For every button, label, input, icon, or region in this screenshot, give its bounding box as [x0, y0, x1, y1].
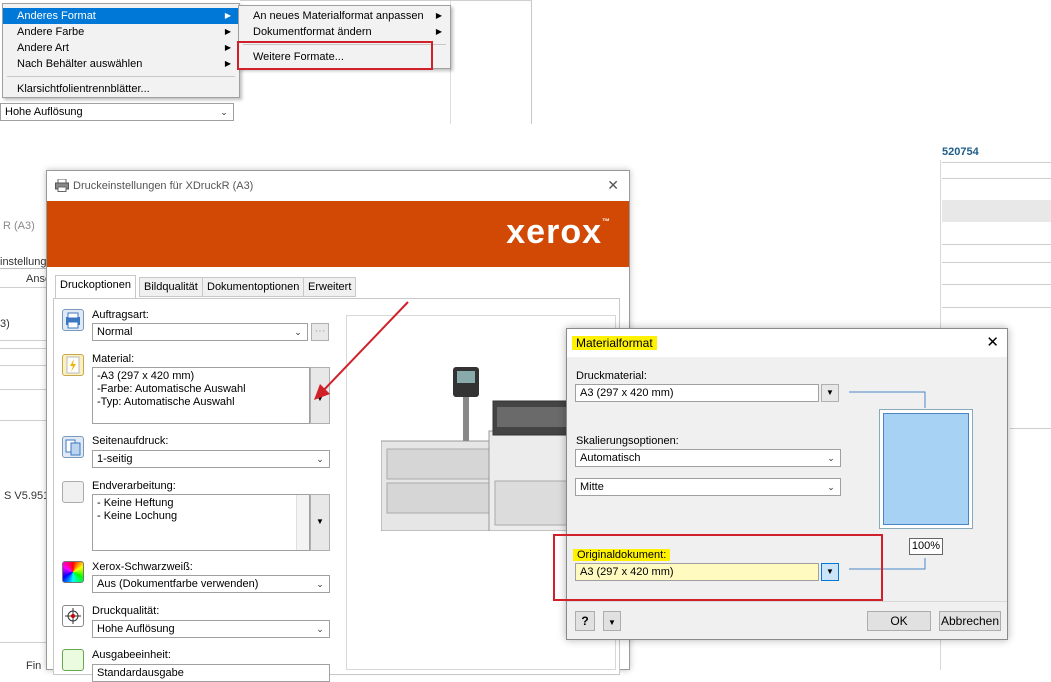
finishing-icon [62, 481, 84, 503]
zoom-value: 100% [909, 538, 943, 555]
bg-left-version: S V5.951 [4, 490, 50, 502]
print-settings-dialog: Druckeinstellungen für XDruckR (A3) ✕ xe… [46, 170, 631, 682]
help-dropdown-button[interactable]: ▼ [603, 611, 621, 631]
job-type-icon [62, 309, 84, 331]
position-select[interactable]: Mitte ⌄ [575, 478, 841, 496]
bg-left-label: instellunge [0, 256, 53, 268]
annotation-arrow [314, 301, 409, 400]
close-icon[interactable]: ✕ [986, 333, 999, 351]
material-dialog-title: Materialformat [572, 336, 657, 350]
chevron-down-icon: ⌄ [827, 482, 835, 492]
output-select[interactable]: Standardausgabe [92, 664, 330, 682]
menu-item-andere-art[interactable]: Andere Art ▶ [3, 40, 239, 56]
skalierung-select[interactable]: Automatisch ⌄ [575, 449, 841, 467]
material-dialog-titlebar: Materialformat ✕ [567, 329, 1007, 357]
material-summary[interactable]: -A3 (297 x 420 mm) -Farbe: Automatische … [92, 367, 310, 424]
sides-icon [62, 436, 84, 458]
annotation-box-originaldokument [553, 534, 883, 601]
chevron-right-icon: ▶ [224, 11, 231, 20]
triangle-down-icon: ▼ [316, 517, 324, 526]
quality-label: Druckqualität: [92, 605, 160, 617]
submenu-item-dokumentformat[interactable]: Dokumentformat ändern ▶ [239, 24, 450, 40]
tab-erweitert[interactable]: Erweitert [303, 277, 357, 297]
bw-select[interactable]: Aus (Dokumentfarbe verwenden) ⌄ [92, 575, 330, 593]
material-label: Material: [92, 353, 135, 365]
menu-item-andere-farbe[interactable]: Andere Farbe ▶ [3, 24, 239, 40]
menu-item-nach-behaelter[interactable]: Nach Behälter auswählen ▶ [3, 56, 239, 72]
tab-dokumentoptionen[interactable]: Dokumentoptionen [202, 277, 305, 297]
triangle-down-icon: ▼ [608, 618, 616, 627]
annotation-box-weitere-formate [237, 41, 433, 70]
output-label: Ausgabeeinheit: [92, 649, 171, 661]
chevron-down-icon: ⌄ [827, 453, 835, 463]
bg-quality-combo[interactable]: Hohe Auflösung ⌄ [0, 103, 234, 121]
druckmaterial-select[interactable]: A3 (297 x 420 mm) [575, 384, 819, 402]
dialog-title: Druckeinstellungen für XDruckR (A3) [73, 180, 254, 192]
color-icon [62, 561, 84, 583]
sides-label: Seitenaufdruck: [92, 435, 169, 447]
ok-button[interactable]: OK [867, 611, 931, 631]
chevron-down-icon: ⌄ [316, 579, 324, 589]
brand-banner: xerox™ [47, 201, 629, 267]
finishing-summary[interactable]: - Keine Heftung - Keine Lochung [92, 494, 310, 551]
help-button[interactable]: ? [575, 611, 595, 631]
chevron-down-icon: ⌄ [220, 107, 228, 117]
sides-select[interactable]: 1-seitig ⌄ [92, 450, 330, 468]
bg-right-row [942, 200, 1051, 222]
job-type-label: Auftragsart: [92, 309, 149, 321]
finishing-dropdown-button[interactable]: ▼ [310, 494, 330, 551]
paper-preview [879, 409, 973, 529]
chevron-right-icon: ▶ [435, 27, 442, 36]
chevron-right-icon: ▶ [435, 11, 442, 20]
material-icon [62, 354, 84, 376]
menu-item-anderes-format[interactable]: Anderes Format ▶ [3, 8, 239, 24]
quality-select[interactable]: Hohe Auflösung ⌄ [92, 620, 330, 638]
triangle-down-icon: ▼ [826, 388, 834, 397]
bg-left-footer: Fin [26, 660, 42, 672]
chevron-right-icon: ▶ [224, 43, 231, 52]
chevron-right-icon: ▶ [224, 27, 231, 36]
dialog-footer-divider [567, 601, 1007, 602]
menu-separator [7, 76, 235, 77]
xerox-logo: xerox™ [506, 213, 611, 251]
bg-left-title: R (A3) [3, 220, 35, 232]
job-type-select[interactable]: Normal ⌄ [92, 323, 308, 341]
chevron-right-icon: ▶ [224, 59, 231, 68]
skalierung-label: Skalierungsoptionen: [576, 435, 679, 447]
chevron-down-icon: ⌄ [316, 624, 324, 634]
submenu-item-anpassen[interactable]: An neues Materialformat anpassen ▶ [239, 8, 450, 24]
bw-label: Xerox-Schwarzweiß: [92, 561, 193, 573]
chevron-down-icon: ⌄ [316, 454, 324, 464]
menu-item-klarsichtfolien[interactable]: Klarsichtfolientrennblätter... [3, 81, 239, 97]
output-icon [62, 649, 84, 671]
finishing-scrollbar[interactable] [296, 495, 309, 550]
druckmaterial-label: Druckmaterial: [576, 370, 647, 382]
close-icon[interactable]: ✕ [607, 177, 619, 194]
bg-left-value: 3) [0, 318, 10, 330]
tab-druckoptionen[interactable]: Druckoptionen [55, 275, 136, 299]
context-menu: Anderes Format ▶ Andere Farbe ▶ Andere Art… [2, 3, 240, 98]
quality-icon [62, 605, 84, 627]
tab-bildqualitaet[interactable]: Bildqualität [139, 277, 203, 297]
cancel-button[interactable]: Abbrechen [939, 611, 1001, 631]
druckmaterial-dropdown-button[interactable]: ▼ [821, 384, 839, 402]
finishing-label: Endverarbeitung: [92, 480, 176, 492]
bg-right-id: 520754 [942, 146, 979, 158]
